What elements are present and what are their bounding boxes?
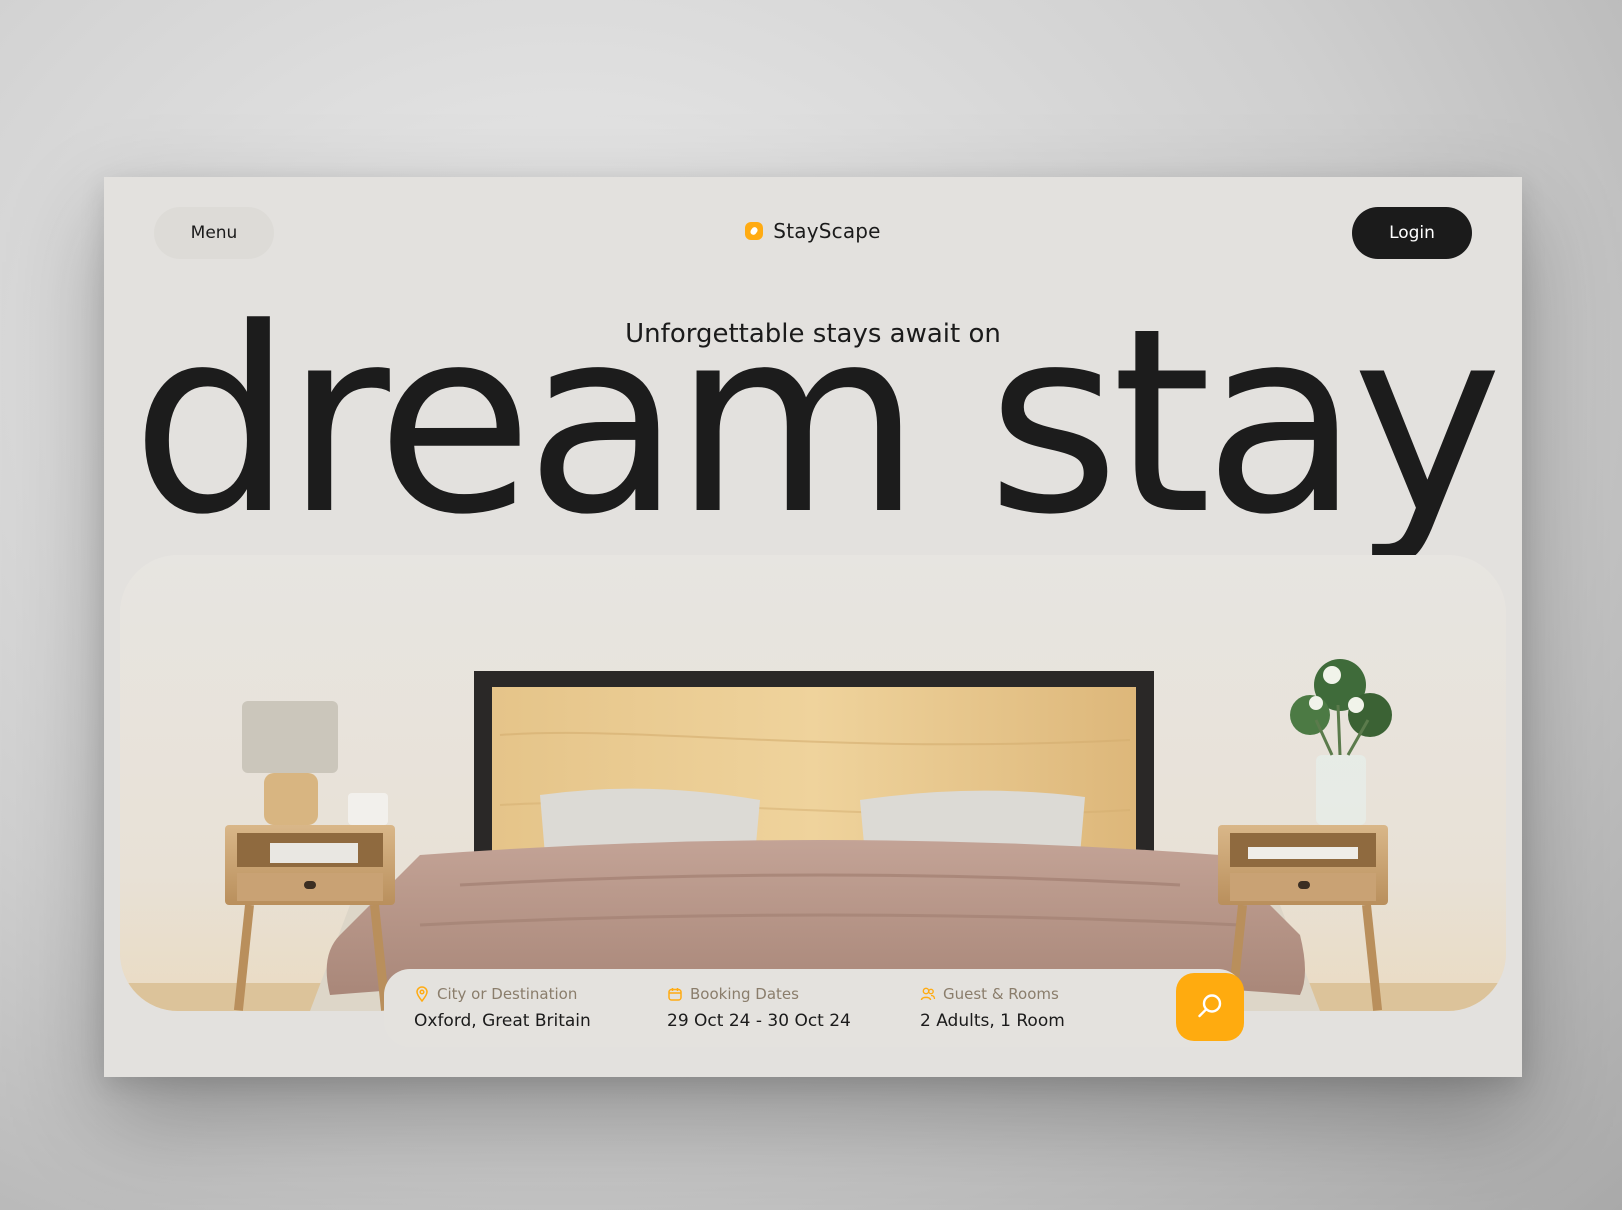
guests-rooms-label: Guest & Rooms (943, 985, 1059, 1003)
guests-rooms-value: 2 Adults, 1 Room (920, 1011, 1065, 1031)
search-button[interactable] (1176, 973, 1244, 1041)
guests-rooms-field[interactable]: Guest & Rooms 2 Adults, 1 Room (920, 985, 1065, 1031)
search-icon (1195, 991, 1225, 1024)
booking-dates-field[interactable]: Booking Dates 29 Oct 24 - 30 Oct 24 (667, 985, 851, 1031)
brand-icon (745, 222, 764, 240)
brand-logo[interactable]: StayScape (104, 219, 1522, 243)
destination-value: Oxford, Great Britain (414, 1011, 591, 1031)
brand-name: StayScape (773, 219, 881, 243)
booking-dates-value: 29 Oct 24 - 30 Oct 24 (667, 1011, 851, 1031)
location-pin-icon (414, 986, 430, 1003)
destination-field[interactable]: City or Destination Oxford, Great Britai… (414, 985, 591, 1031)
users-icon (920, 986, 936, 1002)
login-button[interactable]: Login (1352, 207, 1472, 259)
booking-search-bar: City or Destination Oxford, Great Britai… (384, 969, 1244, 1047)
landing-page: Menu StayScape Login Unforgettable stays… (104, 177, 1522, 1077)
booking-dates-label: Booking Dates (690, 985, 799, 1003)
bedroom-photo (120, 555, 1506, 1011)
destination-label: City or Destination (437, 985, 578, 1003)
calendar-icon (667, 986, 683, 1002)
hero-headline: dream stay (131, 274, 1503, 571)
